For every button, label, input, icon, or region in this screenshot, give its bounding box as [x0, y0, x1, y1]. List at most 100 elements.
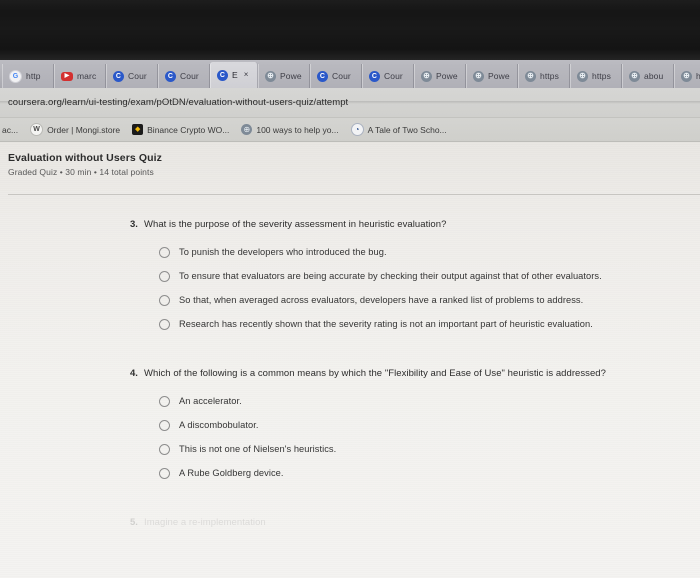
radio-button-icon[interactable] [159, 319, 170, 331]
browser-tab-12[interactable]: ⊕ abou [622, 64, 674, 88]
bookmark-item[interactable]: ac... [2, 125, 18, 135]
browser-tab-title: Cour [384, 71, 403, 81]
radio-button-icon[interactable] [159, 420, 170, 432]
radio-button-icon[interactable] [159, 395, 170, 407]
bookmark-label: ac... [2, 124, 19, 135]
page-title: Evaluation without Users Quiz [8, 152, 163, 164]
bookmarks-bar: ac... W Order | Mongi.store ◆ Binance Crypto… [0, 118, 700, 142]
quiz-metadata: Graded Quiz • 30 min • 14 total points [8, 167, 154, 177]
browser-tab-title: E [232, 70, 238, 80]
globe-icon: ⊕ [421, 70, 432, 82]
browser-tab-strip: Ghttp ▶ marc C Cour C Cour C E × ⊕ Powe C Cour C Cour ⊕ P… [0, 60, 700, 88]
bookmark-item[interactable]: ◔ A Tale of Two Scho... [350, 123, 447, 136]
browser-tab-5[interactable]: ⊕ Powe [258, 64, 310, 88]
answer-option[interactable]: A Rube Goldberg device. [159, 467, 682, 480]
browser-tab-3[interactable]: C Cour [158, 64, 210, 88]
globe-icon: ⊕ [525, 70, 536, 82]
answer-option-label: A discombobulator. [179, 420, 259, 431]
browser-tab-9[interactable]: ⊕ Powe [466, 64, 518, 88]
question-body: Which of the following is a common means… [144, 368, 682, 491]
coursera-icon: C [113, 70, 124, 82]
browser-tab-title: Powe [436, 71, 458, 81]
close-icon[interactable]: × [244, 71, 249, 79]
browser-tab-7[interactable]: C Cour [362, 64, 414, 88]
quiz-header: Evaluation without Users Quiz Graded Qui… [0, 142, 700, 185]
browser-tab-title: https [592, 71, 611, 81]
answer-option-label: To punish the developers who introduced … [179, 246, 387, 257]
answer-option-label: Research has recently shown that the sev… [179, 319, 593, 330]
google-icon: G [9, 69, 22, 83]
browser-tab-title: Cour [128, 71, 147, 81]
radio-button-icon[interactable] [159, 444, 170, 456]
answer-option-label: To ensure that evaluators are being accu… [179, 270, 602, 281]
address-bar-shadow [0, 101, 700, 104]
answer-option[interactable]: Research has recently shown that the sev… [159, 318, 682, 331]
browser-tab-10[interactable]: ⊕ https [518, 64, 570, 88]
screen-top-dark-band [0, 0, 700, 60]
browser-tab-6[interactable]: C Cour [310, 64, 362, 88]
answer-option-label: This is not one of Nielsen's heuristics. [179, 444, 337, 455]
answer-option[interactable]: A discombobulator. [159, 419, 682, 432]
browser-tab-0[interactable]: Ghttp [2, 64, 54, 88]
radio-button-icon[interactable] [159, 468, 170, 480]
answer-options: To punish the developers who introduced … [144, 246, 682, 331]
question-number: 4. [130, 368, 138, 380]
quiz-question: 4. Which of the following is a common mea… [0, 368, 700, 491]
youtube-icon: ▶ [61, 71, 73, 81]
binance-icon: ◆ [132, 124, 144, 135]
browser-tab-title: Cour [332, 71, 351, 81]
radio-button-icon[interactable] [159, 270, 170, 282]
browser-tab-title: Powe [280, 71, 302, 81]
question-text: What is the purpose of the severity asse… [144, 219, 447, 230]
answer-option[interactable]: So that, when averaged across evaluators… [159, 294, 682, 306]
coursera-icon: C [317, 70, 328, 82]
browser-tab-8[interactable]: ⊕ Powe [414, 64, 466, 88]
question-text: Which of the following is a common means… [144, 368, 606, 380]
browser-tab-11[interactable]: ⊕ https [570, 64, 622, 88]
browser-tab-title: https [696, 71, 700, 81]
page-content: Evaluation without Users Quiz Graded Qui… [0, 142, 700, 578]
browser-tab-title: Powe [488, 71, 510, 81]
browser-tab-title: https [540, 71, 559, 81]
question-number: 3. [130, 219, 138, 230]
coursera-icon: C [369, 70, 380, 82]
browser-tab-active[interactable]: C E × [210, 62, 258, 88]
answer-option[interactable]: An accelerator. [159, 395, 682, 407]
question-number: 5. [130, 517, 138, 529]
browser-tab-1[interactable]: ▶ marc [54, 64, 106, 88]
globe-icon: ⊕ [241, 124, 253, 135]
answer-option[interactable]: To punish the developers who introduced … [159, 246, 682, 258]
answer-option-label: So that, when averaged across evaluators… [179, 294, 584, 305]
browser-address-bar[interactable]: coursera.org/learn/ui-testing/exam/pOtDN… [0, 88, 700, 118]
wordpress-icon: W [30, 123, 44, 136]
bookmark-label: A Tale of Two Scho... [367, 124, 447, 135]
globe-icon: ⊕ [629, 70, 640, 82]
quiz-question: 3. What is the purpose of the severity as… [0, 219, 700, 342]
question-text: Imagine a re-implementation [144, 517, 266, 529]
coursera-icon: C [217, 69, 228, 81]
globe-icon: ⊕ [681, 70, 692, 82]
browser-window: Ghttp ▶ marc C Cour C Cour C E × ⊕ Powe C Cour C Cour ⊕ P… [0, 60, 700, 578]
globe-icon: ⊕ [473, 70, 484, 82]
globe-icon: ⊕ [577, 70, 588, 82]
answer-option-label: An accelerator. [179, 395, 242, 406]
browser-tab-title: http [26, 71, 41, 81]
bookmark-item[interactable]: ◆ Binance Crypto WO... [132, 124, 229, 135]
browser-tab-2[interactable]: C Cour [106, 64, 158, 88]
globe-icon: ⊕ [265, 70, 276, 82]
browser-tab-title: abou [644, 71, 664, 81]
browser-tab-13[interactable]: ⊕ https [674, 64, 700, 88]
bookmark-item[interactable]: W Order | Mongi.store [30, 123, 120, 136]
bookmark-item[interactable]: ⊕ 100 ways to help yo... [241, 124, 339, 135]
radio-button-icon[interactable] [159, 246, 170, 258]
browser-tab-title: Cour [180, 71, 199, 81]
question-body: What is the purpose of the severity asse… [144, 219, 682, 342]
clock-icon: ◔ [350, 123, 364, 136]
answer-option-label: A Rube Goldberg device. [179, 468, 284, 479]
bookmark-label: 100 ways to help yo... [256, 124, 339, 135]
browser-tab-title: marc [77, 71, 97, 81]
answer-option[interactable]: To ensure that evaluators are being accu… [159, 270, 682, 282]
answer-option[interactable]: This is not one of Nielsen's heuristics. [159, 443, 682, 456]
quiz-question: 5. Imagine a re-implementation [0, 517, 700, 530]
radio-button-icon[interactable] [159, 294, 170, 306]
